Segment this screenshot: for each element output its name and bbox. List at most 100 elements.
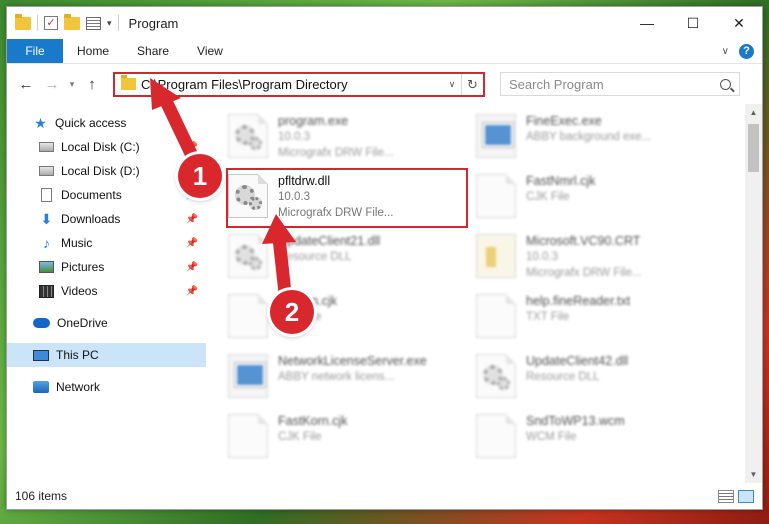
tab-share[interactable]: Share [123, 39, 183, 63]
properties-check-icon[interactable]: ✓ [44, 16, 58, 30]
file-meta: program.exe 10.0.3 Micrografx DRW File... [278, 113, 393, 161]
file-detail: CJK File [278, 431, 322, 443]
file-name: FastKorn.cjk [278, 414, 348, 428]
file-type: Micrografx DRW File... [278, 207, 394, 219]
pin-icon[interactable]: 📌 [186, 214, 198, 225]
file-meta: FineExec.exe ABBY background exe... [526, 113, 651, 145]
step-1-badge: 1 [178, 154, 222, 198]
up-arrow-icon[interactable]: ↑ [79, 76, 105, 93]
address-path[interactable]: C:\Program Files\Program Directory [141, 77, 443, 92]
folder-file-icon [476, 234, 516, 278]
file-item[interactable]: program.exe 10.0.3 Micrografx DRW File... [228, 110, 464, 166]
gear-icon [249, 257, 262, 270]
file-item-pfltdrw-dll[interactable]: pfltdrw.dll 10.0.3 Micrografx DRW File... [226, 168, 468, 228]
help-icon[interactable]: ? [739, 43, 754, 59]
pin-icon[interactable]: 📌 [186, 286, 198, 297]
file-meta: help.fineReader.txt TXT File [526, 293, 630, 325]
file-item[interactable]: SndToWP13.wcm WCM File [476, 410, 712, 466]
file-meta: pfltdrw.dll 10.0.3 Micrografx DRW File... [278, 173, 393, 221]
file-name: help.fineReader.txt [526, 294, 631, 308]
sidebar-item-label: Quick access [55, 116, 127, 130]
view-buttons [718, 489, 762, 503]
computer-icon [33, 349, 49, 361]
scroll-down-icon[interactable]: ▼ [745, 466, 762, 483]
sidebar-item-network[interactable]: Network [7, 375, 206, 399]
file-detail: Resource DLL [278, 251, 352, 263]
recent-locations-chevron-icon[interactable]: ▾ [65, 79, 79, 90]
file-item[interactable]: UpdateClient42.dll Resource DLL [476, 350, 712, 406]
pin-icon[interactable]: 📌 [186, 238, 198, 249]
tab-view[interactable]: View [183, 39, 237, 63]
tiles-view-icon[interactable] [738, 489, 754, 503]
sidebar-item-music[interactable]: ♪ Music 📌 [7, 231, 206, 255]
file-item[interactable]: FastNmrl.cjk CJK File [476, 170, 712, 226]
search-input[interactable]: Search Program [500, 72, 740, 96]
documents-icon [41, 188, 52, 202]
file-name: FineExec.exe [526, 114, 602, 128]
file-item[interactable]: Korean.cjkCJK File [228, 290, 464, 346]
tab-home[interactable]: Home [63, 39, 123, 63]
chevron-down-icon[interactable]: ▾ [107, 18, 112, 29]
vertical-scrollbar[interactable]: ▲ ▼ [745, 104, 762, 483]
exe-file-icon [476, 114, 516, 158]
forward-arrow-icon[interactable]: → [39, 76, 65, 93]
sidebar-item-label: Music [61, 236, 93, 250]
search-icon [720, 78, 731, 90]
disk-icon [39, 166, 54, 176]
scroll-up-icon[interactable]: ▲ [745, 104, 762, 121]
expand-ribbon-icon[interactable]: ∨ [722, 46, 729, 57]
refresh-icon[interactable]: ↻ [461, 73, 483, 95]
toolbar-divider [37, 15, 38, 31]
minimize-button[interactable]: — [624, 7, 670, 39]
tab-file[interactable]: File [7, 39, 63, 63]
close-button[interactable]: ✕ [716, 7, 762, 39]
address-dropdown-icon[interactable]: ∨ [443, 79, 461, 90]
file-item[interactable]: UpdateClient21.dll Resource DLL [228, 230, 464, 286]
file-item[interactable]: Microsoft.VC90.CRT 10.0.3 Micrografx DRW F… [476, 230, 712, 286]
file-meta: FastKorn.cjk CJK File [278, 413, 347, 445]
file-item[interactable]: FastKorn.cjk CJK File [228, 410, 464, 466]
address-bar[interactable]: C:\Program Files\Program Directory ∨ ↻ [113, 71, 485, 97]
file-type: Micrografx DRW File... [278, 147, 394, 159]
document-file-icon [228, 414, 268, 458]
sidebar-item-this-pc[interactable]: This PC [7, 343, 206, 367]
file-item[interactable]: help.fineReader.txt TXT File [476, 290, 712, 346]
sidebar-item-videos[interactable]: Videos 📌 [7, 279, 206, 303]
sidebar-item-label: OneDrive [57, 316, 108, 330]
network-icon [33, 381, 49, 393]
step-2-badge: 2 [270, 290, 314, 334]
sidebar-item-documents[interactable]: Documents 📌 [7, 183, 206, 207]
sidebar-item-local-disk-d[interactable]: Local Disk (D:) [7, 159, 206, 183]
file-meta: UpdateClient42.dll Resource DLL [526, 353, 628, 385]
file-meta: NetworkLicenseServer.exe ABBY network lic… [278, 353, 427, 385]
scroll-thumb[interactable] [748, 124, 759, 172]
properties-icon[interactable] [86, 16, 101, 30]
folder-icon [15, 13, 31, 30]
music-icon: ♪ [43, 235, 50, 251]
dll-file-icon [228, 114, 268, 158]
file-item[interactable]: NetworkLicenseServer.exe ABBY network lic… [228, 350, 464, 406]
file-item[interactable]: FineExec.exe ABBY background exe... [476, 110, 712, 166]
file-name: pfltdrw.dll [278, 174, 331, 188]
sidebar-item-pictures[interactable]: Pictures 📌 [7, 255, 206, 279]
sidebar-item-quick-access[interactable]: ★ Quick access [7, 111, 206, 135]
sidebar-item-onedrive[interactable]: OneDrive [7, 311, 206, 335]
file-meta: SndToWP13.wcm WCM File [526, 413, 625, 445]
file-detail: ABBY background exe... [526, 131, 652, 143]
file-name: FastNmrl.cjk [526, 174, 596, 188]
sidebar-item-local-disk-c[interactable]: Local Disk (C:) 📌 [7, 135, 206, 159]
disk-icon [39, 142, 54, 152]
new-folder-icon[interactable] [64, 13, 80, 30]
maximize-button[interactable]: ☐ [670, 7, 716, 39]
file-detail: CJK File [526, 191, 570, 203]
ribbon-right: ∨ ? [722, 39, 762, 63]
pin-icon[interactable]: 📌 [186, 262, 198, 273]
details-view-icon[interactable] [718, 489, 734, 503]
toolbar-divider [117, 15, 119, 31]
file-detail: 10.0.3 [526, 251, 558, 263]
sidebar-item-downloads[interactable]: ⬇ Downloads 📌 [7, 207, 206, 231]
pin-icon[interactable]: 📌 [186, 142, 198, 153]
back-arrow-icon[interactable]: ← [13, 76, 39, 93]
